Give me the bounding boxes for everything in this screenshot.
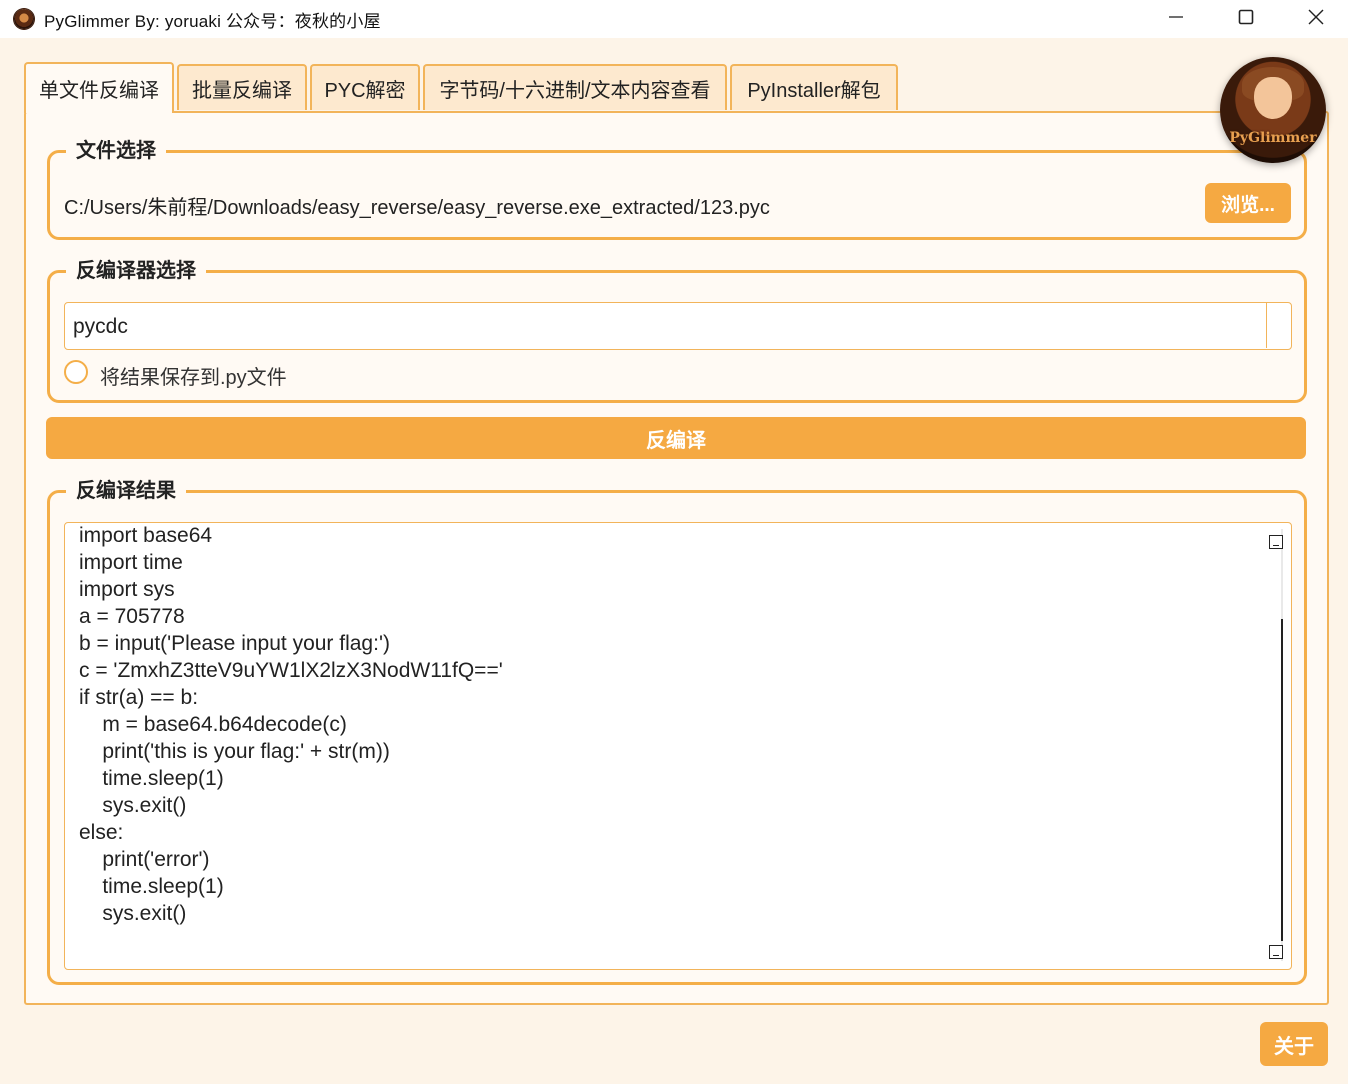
decompiler-select-title: 反编译器选择: [66, 254, 206, 283]
scroll-down-icon[interactable]: [1269, 945, 1283, 959]
result-title: 反编译结果: [66, 474, 186, 503]
tab-pyinstaller-unpack[interactable]: PyInstaller解包: [730, 64, 898, 110]
close-button[interactable]: [1281, 0, 1348, 34]
decompiler-selected-value: pycdc: [73, 315, 128, 338]
app-icon: [14, 9, 34, 29]
decompiled-code[interactable]: import base64 import time import sys a =…: [79, 523, 1261, 927]
browse-button[interactable]: 浏览...: [1205, 183, 1291, 223]
file-path-text: C:/Users/朱前程/Downloads/easy_reverse/easy…: [64, 197, 770, 219]
tab-bytecode-viewer[interactable]: 字节码/十六进制/文本内容查看: [423, 64, 727, 110]
scrollbar-thumb[interactable]: [1281, 619, 1283, 941]
tab-pyc-decrypt[interactable]: PYC解密: [310, 64, 420, 110]
result-group: 反编译结果 import base64 import time import s…: [47, 474, 1307, 985]
result-scrollbar[interactable]: [1267, 529, 1287, 961]
dropdown-arrow-icon[interactable]: [1266, 303, 1291, 348]
result-textarea[interactable]: import base64 import time import sys a =…: [64, 522, 1292, 970]
close-icon: [1308, 9, 1324, 25]
avatar: PyGlimmer: [1220, 57, 1326, 163]
about-button[interactable]: 关于: [1260, 1022, 1328, 1066]
decompiler-dropdown[interactable]: pycdc: [64, 302, 1292, 350]
decompiler-select-group: 反编译器选择 pycdc 将结果保存到.py文件: [47, 254, 1307, 403]
decompile-button[interactable]: 反编译: [46, 417, 1306, 459]
maximize-button[interactable]: [1211, 0, 1281, 34]
tab-batch-decompile[interactable]: 批量反编译: [177, 64, 307, 110]
avatar-logo-text: PyGlimmer: [1229, 130, 1317, 146]
tab-panel: 文件选择 C:/Users/朱前程/Downloads/easy_reverse…: [24, 111, 1329, 1005]
minimize-icon: [1169, 16, 1183, 18]
file-select-title: 文件选择: [66, 134, 166, 163]
file-select-group: 文件选择 C:/Users/朱前程/Downloads/easy_reverse…: [47, 134, 1307, 240]
title-bar: PyGlimmer By: yoruaki 公众号：夜秋的小屋: [0, 0, 1348, 38]
minimize-button[interactable]: [1141, 0, 1211, 34]
save-py-checkbox-label[interactable]: 将结果保存到.py文件: [100, 361, 287, 390]
scroll-up-icon[interactable]: [1269, 535, 1283, 549]
maximize-icon: [1238, 9, 1254, 25]
window-title: PyGlimmer By: yoruaki 公众号：夜秋的小屋: [44, 11, 381, 31]
save-py-checkbox[interactable]: [64, 360, 88, 384]
tab-single-decompile[interactable]: 单文件反编译: [24, 62, 174, 113]
